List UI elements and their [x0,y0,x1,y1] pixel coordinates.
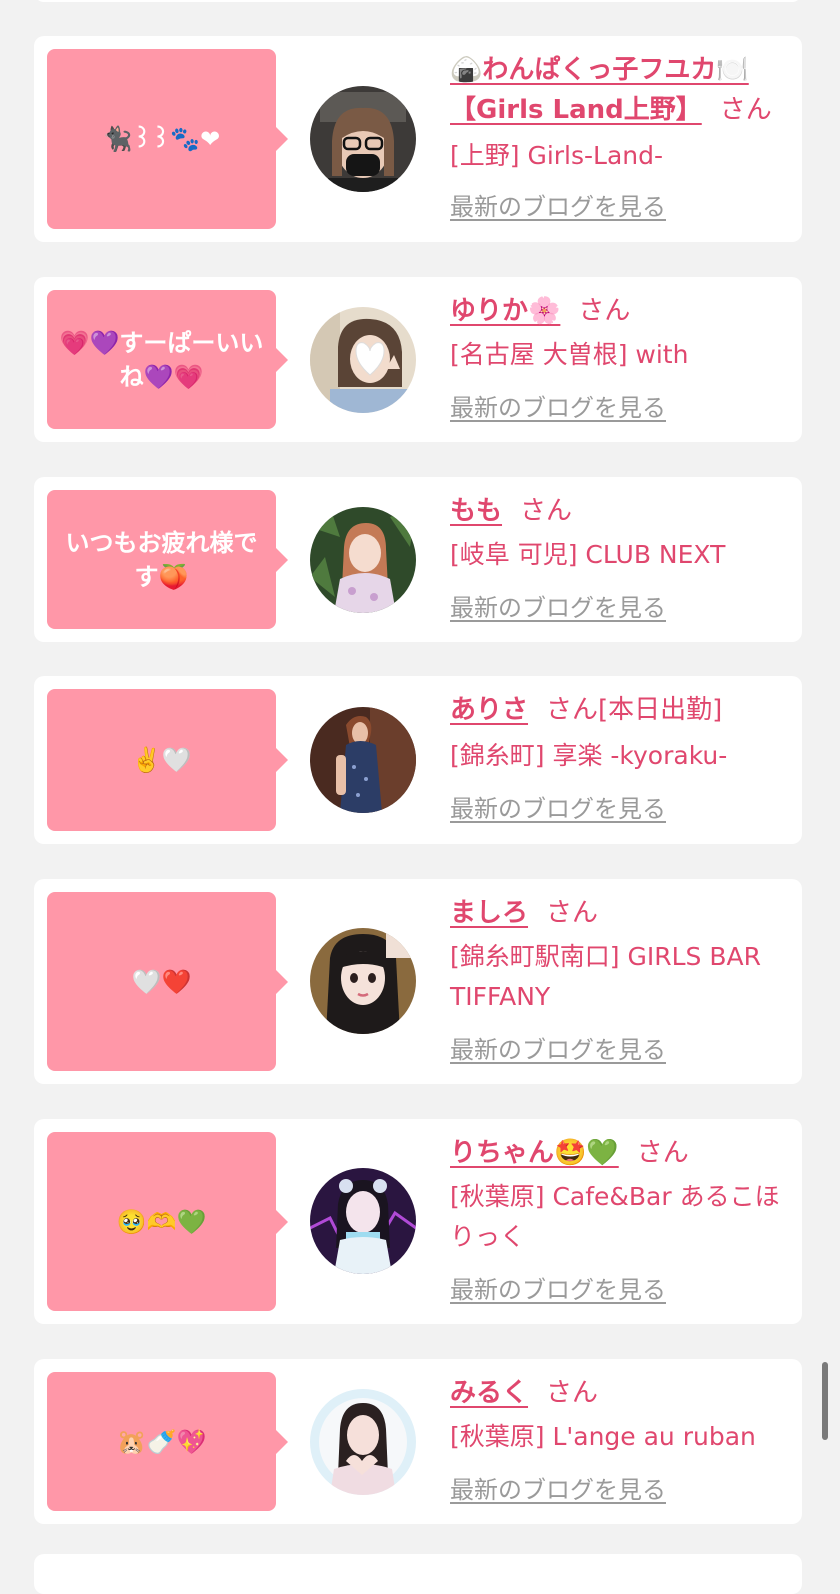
latest-blog-link[interactable]: 最新のブログを見る [450,591,795,625]
message-card: 🤍❤️ ましろ さん [錦糸町駅南口] GIRLS BAR TIFFANY 最新の… [34,879,802,1084]
avatar[interactable] [310,928,416,1034]
avatar-photo [310,1168,416,1274]
message-bubble: 💗💜すーぱーいいね💜💗 [47,290,288,429]
shop-label: [名古屋 大曽根] with [450,340,689,369]
shop-label: [岐阜 可児] CLUB NEXT [450,540,726,569]
avatar[interactable] [310,707,416,813]
latest-blog-link[interactable]: 最新のブログを見る [450,1033,795,1067]
shop-label: [秋葉原] Cafe&Bar あるこほりっく [450,1182,780,1251]
shop-label: [秋葉原] L'ange au ruban [450,1422,756,1451]
entry-info: 🍙わんぱくっ子フユカ🍽️【Girls Land上野】 さん [上野] Girls-… [450,54,795,224]
message-card: 💗💜すーぱーいいね💜💗 ゆりか🌸 さん [名古屋 大曽根] with 最新のブログ… [34,277,802,442]
shop-label: [上野] Girls-Land- [450,141,664,170]
cast-name-link[interactable]: りちゃん🤩💚 [450,1138,619,1168]
message-bubble: 🥹🫶💚 [47,1132,288,1311]
shop-label: [錦糸町駅南口] GIRLS BAR TIFFANY [450,942,761,1011]
latest-blog-link[interactable]: 最新のブログを見る [450,792,795,826]
honorific: さん [578,296,631,326]
avatar[interactable] [310,1168,416,1274]
entry-info: ありさ さん[本日出勤] [錦糸町] 享楽 -kyoraku- 最新のブログを見る [450,694,795,826]
honorific: さん [546,1378,599,1408]
next-card-edge [34,1554,802,1594]
on-duty-badge: [本日出勤] [598,695,723,725]
message-card: いつもお疲れ様です🍑 もも さん [岐阜 可児] CLUB NEXT 最新のブログ… [34,477,802,642]
previous-card-edge [34,0,802,2]
message-card: 🐹🍼💖 みるく さん [秋葉原] L'ange au ruban 最新のブログを見… [34,1359,802,1524]
honorific: さん [719,95,772,125]
entry-info: ゆりか🌸 さん [名古屋 大曽根] with 最新のブログを見る [450,295,795,425]
avatar-photo [310,928,416,1034]
latest-blog-link[interactable]: 最新のブログを見る [450,391,795,425]
avatar-photo [310,1389,416,1495]
avatar-photo [310,86,416,192]
message-card: 🥹🫶💚 りちゃん🤩💚 さん [秋葉原] Cafe&Bar あるこほりっく 最新のブ… [34,1119,802,1324]
message-card: 🐈‍⬛꒱꒱🐾❤ 🍙わんぱくっ子フユカ🍽️【Girls Land上野】 さん [上野… [34,36,802,242]
cast-name-link[interactable]: みるく [450,1378,528,1408]
shop-label: [錦糸町] 享楽 -kyoraku- [450,741,728,770]
message-bubble: 🐹🍼💖 [47,1372,288,1511]
cast-name-link[interactable]: ましろ [450,898,528,928]
avatar-photo [310,507,416,613]
cast-name-link[interactable]: 🍙わんぱくっ子フユカ🍽️【Girls Land上野】 [450,55,749,125]
message-bubble: 🤍❤️ [47,892,288,1071]
cast-name-link[interactable]: もも [450,496,502,526]
honorific: さん [636,1138,689,1168]
cast-name-link[interactable]: ゆりか🌸 [450,296,560,326]
avatar[interactable] [310,86,416,192]
latest-blog-link[interactable]: 最新のブログを見る [450,190,795,224]
avatar[interactable] [310,307,416,413]
scrollbar-thumb[interactable] [822,1362,828,1440]
avatar-photo [310,707,416,813]
entry-info: もも さん [岐阜 可児] CLUB NEXT 最新のブログを見る [450,495,795,625]
entry-info: みるく さん [秋葉原] L'ange au ruban 最新のブログを見る [450,1377,795,1507]
avatar[interactable] [310,1389,416,1495]
message-bubble: ✌️🤍 [47,689,288,831]
latest-blog-link[interactable]: 最新のブログを見る [450,1473,795,1507]
cast-name-link[interactable]: ありさ [450,695,528,725]
latest-blog-link[interactable]: 最新のブログを見る [450,1273,795,1307]
avatar-photo [310,307,416,413]
honorific: さん [546,898,599,928]
avatar[interactable] [310,507,416,613]
message-card: ✌️🤍 ありさ さん[本日出勤] [錦糸町] 享楽 -kyoraku- 最新のブロ… [34,676,802,844]
honorific: さん [546,695,599,725]
entry-info: りちゃん🤩💚 さん [秋葉原] Cafe&Bar あるこほりっく 最新のブログを見… [450,1137,795,1307]
message-bubble: 🐈‍⬛꒱꒱🐾❤ [47,49,288,229]
message-bubble: いつもお疲れ様です🍑 [47,490,288,629]
entry-info: ましろ さん [錦糸町駅南口] GIRLS BAR TIFFANY 最新のブログを… [450,897,795,1067]
honorific: さん [520,496,573,526]
